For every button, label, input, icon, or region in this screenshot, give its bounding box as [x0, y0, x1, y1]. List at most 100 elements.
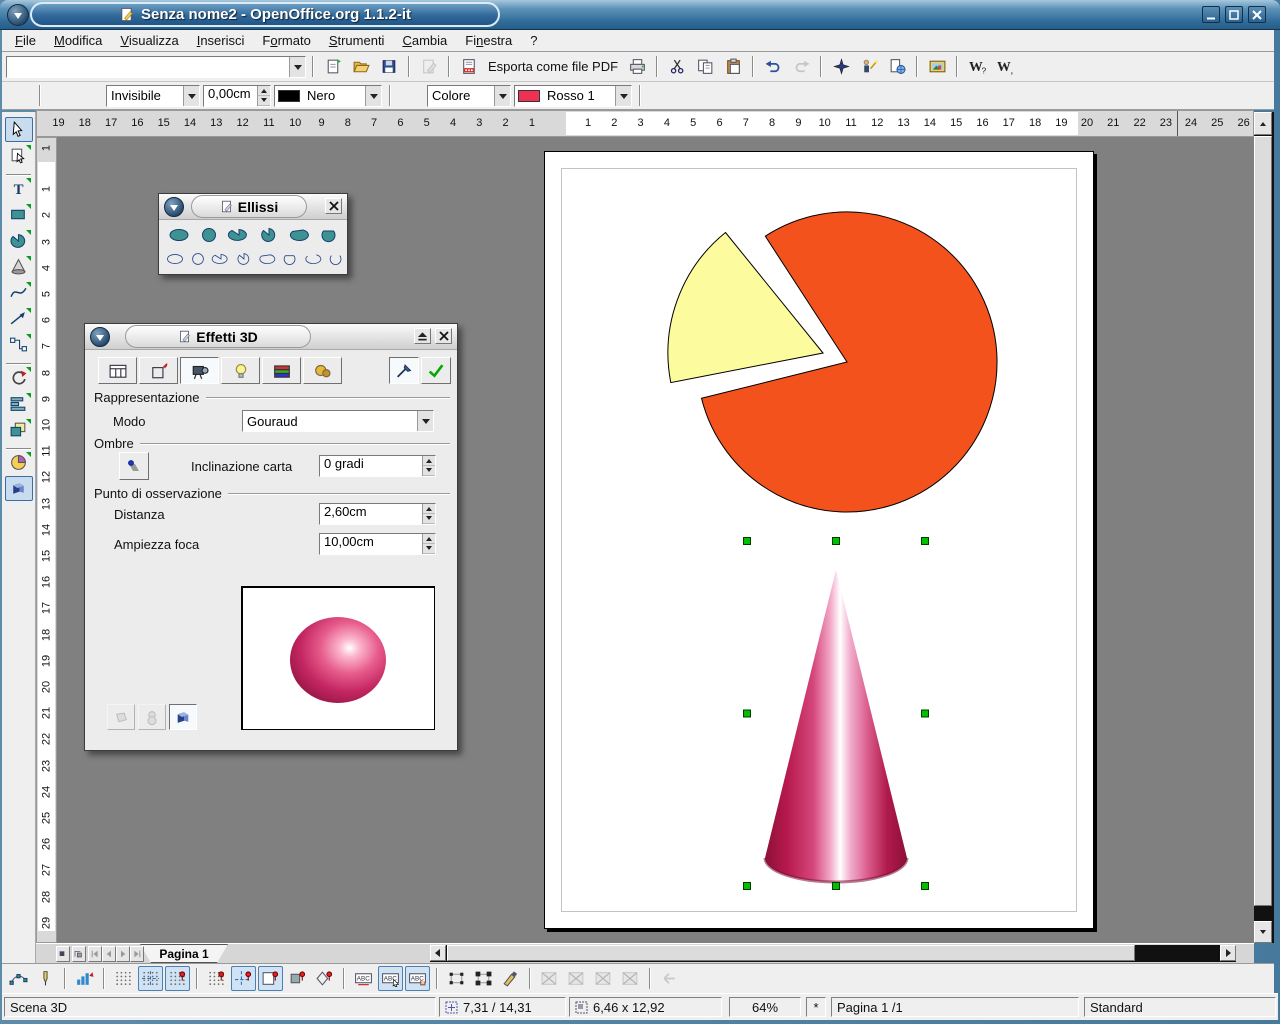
ellipse-pie-tool[interactable]	[210, 248, 232, 269]
illumination-tab[interactable]	[221, 357, 260, 384]
close-icon[interactable]	[435, 328, 452, 344]
menu-modifica[interactable]: Modifica	[45, 31, 111, 50]
cut-icon[interactable]	[664, 55, 690, 79]
pdf-export-label[interactable]: Esporta come file PDF	[484, 59, 622, 74]
large-handles[interactable]	[471, 966, 496, 991]
rollup-icon[interactable]	[414, 328, 431, 344]
objects-3d-tool[interactable]	[5, 254, 33, 279]
rotate-tool[interactable]	[5, 365, 33, 390]
snap-lines-visible[interactable]	[165, 966, 190, 991]
text-tool[interactable]: T	[5, 176, 33, 201]
spin-down[interactable]	[423, 466, 435, 476]
shadow-toggle-button[interactable]	[119, 452, 149, 480]
pen-style-icon[interactable]	[48, 84, 74, 108]
new-document-icon[interactable]	[320, 55, 346, 79]
close-button[interactable]	[1248, 6, 1266, 23]
connector-tool[interactable]	[5, 332, 33, 357]
save-icon[interactable]	[376, 55, 402, 79]
lines-arrows-tool[interactable]	[5, 306, 33, 331]
undo-icon[interactable]	[760, 55, 786, 79]
spin-down[interactable]	[423, 544, 435, 554]
open-icon[interactable]	[348, 55, 374, 79]
ellipse-filled-tool[interactable]	[166, 224, 192, 245]
line-color-select[interactable]: Nero	[274, 85, 382, 107]
select-text-area-only[interactable]: ABC	[378, 966, 403, 991]
favorites-tab[interactable]	[98, 357, 137, 384]
split-corner-button[interactable]	[72, 946, 86, 962]
mode-select[interactable]: Gouraud	[242, 410, 434, 432]
quick-edit-allow[interactable]: ABC	[351, 966, 376, 991]
ellipse-tool[interactable]	[5, 228, 33, 253]
chevron-down-icon[interactable]	[289, 57, 305, 77]
menu-file[interactable]: File	[6, 31, 45, 50]
scroll-up-button[interactable]	[1254, 112, 1272, 135]
snap-to-guides[interactable]	[231, 966, 256, 991]
maximize-button[interactable]	[1225, 6, 1243, 23]
pdf-export-icon[interactable]	[456, 55, 482, 79]
hyperlink-icon[interactable]	[884, 55, 910, 79]
simple-handles[interactable]	[444, 966, 469, 991]
menu-finestra[interactable]: Finestra	[456, 31, 521, 50]
snap-to-margins[interactable]	[258, 966, 283, 991]
spin-up[interactable]	[423, 504, 435, 514]
circle-segment-tool[interactable]	[279, 248, 301, 269]
curve-tool[interactable]	[5, 280, 33, 305]
horizontal-scroll-thumb[interactable]	[447, 945, 1135, 961]
alignment-tool[interactable]	[5, 391, 33, 416]
textures-tab[interactable]	[262, 357, 301, 384]
close-icon[interactable]	[325, 198, 342, 214]
ellissi-title-bar[interactable]: Ellissi	[159, 194, 347, 220]
line-width-stepper[interactable]: 0,00cm	[203, 85, 271, 107]
apply-button[interactable]	[421, 357, 451, 384]
modify-object-attributes[interactable]	[498, 966, 523, 991]
gallery-icon[interactable]	[924, 55, 950, 79]
minimize-button[interactable]	[1202, 6, 1220, 23]
previous-page-button[interactable]	[102, 946, 116, 962]
insert-tool[interactable]	[5, 450, 33, 475]
fill-type-select[interactable]: Colore	[427, 85, 511, 107]
vertical-scrollbar[interactable]	[1254, 112, 1274, 943]
tilt-stepper[interactable]: 0 gradi	[319, 455, 436, 477]
menu-cambia[interactable]: Cambia	[393, 31, 456, 50]
spin-up[interactable]	[423, 456, 435, 466]
fill-color-select[interactable]: Rosso 1	[514, 85, 632, 107]
ellipse-pie-filled-tool[interactable]	[226, 224, 252, 245]
print-icon[interactable]	[624, 55, 650, 79]
window-menu-button[interactable]	[7, 4, 29, 26]
snap-to-object-border[interactable]	[285, 966, 310, 991]
menu-help[interactable]: ?	[521, 31, 546, 50]
double-click-enter-text[interactable]: ABC	[405, 966, 430, 991]
spin-up[interactable]	[258, 86, 270, 96]
scroll-right-button[interactable]	[1220, 945, 1236, 961]
copy-icon[interactable]	[692, 55, 718, 79]
zoom-on-size-change[interactable]	[72, 966, 97, 991]
snap-to-object-points[interactable]	[312, 966, 337, 991]
next-page-button[interactable]	[116, 946, 130, 962]
spin-down[interactable]	[423, 514, 435, 524]
horizontal-ruler[interactable]: 1918171615141312111098765432112345678910…	[36, 110, 1254, 137]
circle-segment-filled-tool[interactable]	[316, 224, 342, 245]
rectangle-tool[interactable]	[5, 202, 33, 227]
zoom-tool[interactable]	[5, 143, 33, 168]
menu-inserisci[interactable]: Inserisci	[188, 31, 254, 50]
circle-arc-tool[interactable]	[325, 248, 347, 269]
select-tool[interactable]	[5, 117, 33, 142]
snap-to-grid[interactable]	[204, 966, 229, 991]
ellipse-segment-tool[interactable]	[256, 248, 278, 269]
edit-points-mode[interactable]	[6, 966, 31, 991]
paste-icon[interactable]	[720, 55, 746, 79]
scroll-down-button[interactable]	[1254, 921, 1272, 943]
arrange-tool[interactable]	[5, 417, 33, 442]
arrow-style-icon[interactable]	[77, 84, 103, 108]
effetti-3d-title-bar[interactable]: Effetti 3D	[85, 324, 457, 350]
split-view-button[interactable]	[56, 946, 70, 962]
guides-visible[interactable]	[138, 966, 163, 991]
menu-strumenti[interactable]: Strumenti	[320, 31, 394, 50]
focal-stepper[interactable]: 10,00cm	[319, 533, 436, 555]
w-comma-icon[interactable]: W,	[992, 55, 1018, 79]
wizard-icon[interactable]	[856, 55, 882, 79]
status-zoom-level[interactable]: 64%	[729, 997, 801, 1017]
effects-3d-button[interactable]	[5, 476, 33, 501]
last-page-button[interactable]	[130, 946, 144, 962]
page[interactable]	[544, 151, 1094, 929]
